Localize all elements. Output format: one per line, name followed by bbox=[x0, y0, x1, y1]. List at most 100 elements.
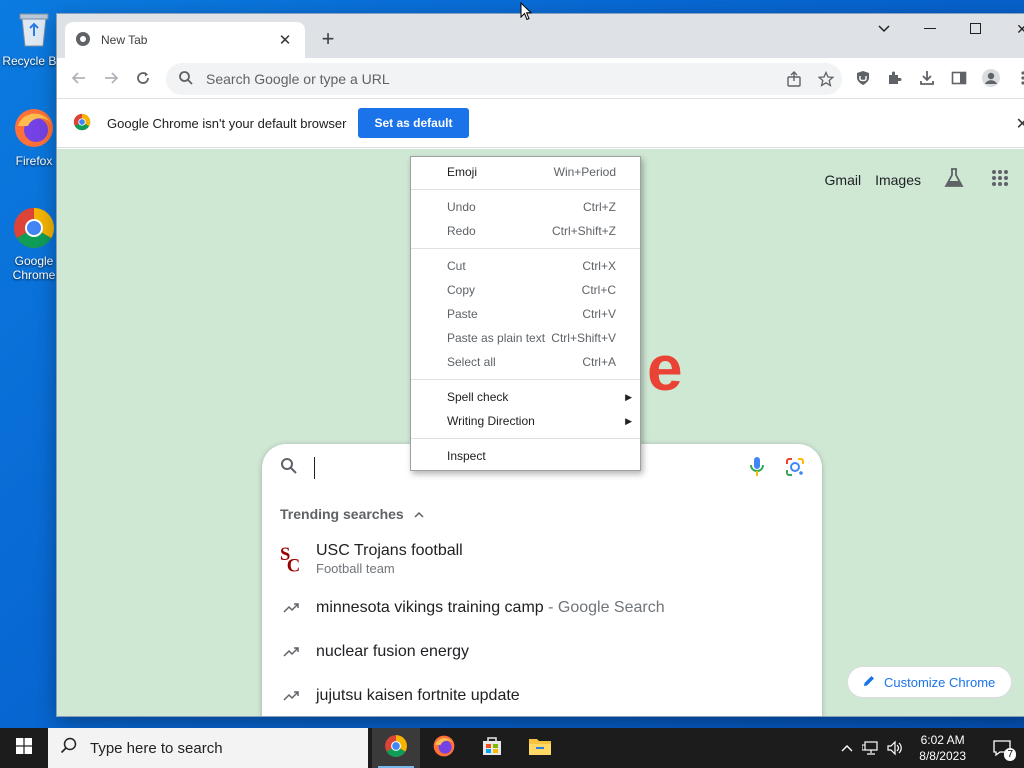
search-icon bbox=[178, 70, 194, 89]
suggestion-subtitle: Football team bbox=[316, 561, 395, 576]
menu-divider bbox=[411, 248, 640, 249]
share-icon[interactable] bbox=[778, 71, 810, 87]
labs-flask-icon[interactable] bbox=[943, 167, 965, 192]
menu-item-label: Redo bbox=[447, 224, 476, 238]
menu-item-paste-plain-text[interactable]: Paste as plain text Ctrl+Shift+V bbox=[411, 326, 640, 350]
suggestion-item[interactable]: nuclear fusion energy bbox=[262, 638, 822, 666]
suggestion-title: jujutsu kaisen fortnite update bbox=[316, 687, 520, 704]
taskbar-search-box[interactable]: Type here to search bbox=[48, 728, 368, 768]
suggestion-subtitle: - Google Search bbox=[543, 599, 665, 616]
menu-item-inspect[interactable]: Inspect bbox=[411, 444, 640, 468]
menu-item-label: Paste bbox=[447, 307, 478, 321]
clock[interactable]: 6:02 AM 8/8/2023 bbox=[919, 732, 966, 764]
menu-divider bbox=[411, 438, 640, 439]
tab-search-chevron-down-icon[interactable] bbox=[861, 14, 907, 44]
submenu-arrow-icon: ▶ bbox=[625, 391, 632, 402]
ublock-shield-icon[interactable] bbox=[847, 62, 879, 94]
toolbar: Search Google or type a URL bbox=[57, 58, 1024, 98]
extensions-puzzle-icon[interactable] bbox=[879, 62, 911, 94]
taskbar-app-store[interactable] bbox=[468, 728, 516, 768]
chrome-icon bbox=[384, 734, 408, 763]
chrome-icon bbox=[12, 206, 56, 250]
menu-item-label: Undo bbox=[447, 200, 476, 214]
profile-avatar-icon[interactable] bbox=[975, 62, 1007, 94]
menu-item-spell-check[interactable]: Spell check ▶ bbox=[411, 385, 640, 409]
set-as-default-button[interactable]: Set as default bbox=[358, 108, 469, 138]
taskbar-app-file-explorer[interactable] bbox=[516, 728, 564, 768]
usc-logo-icon: SC bbox=[280, 542, 302, 576]
reload-icon[interactable] bbox=[127, 62, 159, 94]
menu-item-label: Cut bbox=[447, 259, 466, 273]
suggestion-item[interactable]: SC USC Trojans football Football team bbox=[262, 538, 822, 580]
maximize-button[interactable] bbox=[953, 14, 999, 44]
taskbar-search-placeholder: Type here to search bbox=[90, 739, 223, 757]
menu-item-label: Emoji bbox=[447, 165, 478, 179]
back-arrow-icon[interactable] bbox=[63, 62, 95, 94]
clock-time: 6:02 AM bbox=[920, 733, 965, 747]
menu-item-writing-direction[interactable]: Writing Direction ▶ bbox=[411, 409, 640, 433]
menu-item-select-all[interactable]: Select all Ctrl+A bbox=[411, 350, 640, 374]
notification-count-badge: 7 bbox=[1004, 748, 1016, 761]
firefox-icon bbox=[12, 106, 56, 150]
menu-item-paste[interactable]: Paste Ctrl+V bbox=[411, 302, 640, 326]
windows-logo-icon bbox=[16, 737, 32, 759]
close-infobar-icon[interactable]: ✕ bbox=[1016, 114, 1024, 134]
search-box[interactable]: Trending searches SC USC Trojans footbal… bbox=[262, 444, 822, 716]
menu-item-label: Copy bbox=[447, 283, 476, 297]
suggestion-text: USC Trojans football Football team bbox=[316, 541, 463, 577]
pencil-icon bbox=[862, 674, 876, 691]
taskbar-app-chrome[interactable] bbox=[372, 728, 420, 768]
forward-arrow-icon[interactable] bbox=[95, 62, 127, 94]
suggestion-item[interactable]: jujutsu kaisen fortnite update bbox=[262, 682, 822, 710]
apps-grid-icon[interactable] bbox=[991, 169, 1009, 190]
download-icon[interactable] bbox=[911, 62, 943, 94]
suggestion-item[interactable]: minnesota vikings training camp - Google… bbox=[262, 594, 822, 622]
tab-new-tab[interactable]: New Tab ✕ bbox=[65, 22, 305, 58]
microsoft-store-icon bbox=[481, 735, 503, 762]
suggestion-title: nuclear fusion energy bbox=[316, 643, 469, 660]
microphone-icon[interactable] bbox=[749, 456, 765, 483]
menu-item-copy[interactable]: Copy Ctrl+C bbox=[411, 278, 640, 302]
menu-item-undo[interactable]: Undo Ctrl+Z bbox=[411, 195, 640, 219]
suggestion-title: USC Trojans football bbox=[316, 542, 463, 559]
menu-item-shortcut: Ctrl+Shift+V bbox=[551, 331, 616, 345]
mouse-cursor-icon bbox=[520, 1, 533, 26]
text-caret bbox=[314, 457, 315, 479]
menu-item-redo[interactable]: Redo Ctrl+Shift+Z bbox=[411, 219, 640, 243]
menu-item-shortcut: Ctrl+A bbox=[582, 355, 616, 369]
menu-item-emoji[interactable]: Emoji Win+Period bbox=[411, 160, 640, 184]
notification-center-icon[interactable]: 7 bbox=[980, 739, 1024, 761]
chevron-up-icon[interactable] bbox=[414, 507, 424, 521]
new-tab-button[interactable]: + bbox=[315, 26, 341, 52]
images-link[interactable]: Images bbox=[875, 172, 921, 188]
context-menu: Emoji Win+Period Undo Ctrl+Z Redo Ctrl+S… bbox=[410, 156, 641, 471]
network-icon[interactable] bbox=[859, 740, 883, 756]
trending-searches-header[interactable]: Trending searches bbox=[262, 506, 822, 522]
omnibox[interactable]: Search Google or type a URL bbox=[166, 63, 842, 95]
close-tab-icon[interactable]: ✕ bbox=[275, 30, 295, 50]
menu-item-shortcut: Ctrl+V bbox=[582, 307, 616, 321]
customize-chrome-button[interactable]: Customize Chrome bbox=[847, 666, 1013, 698]
menu-kebab-icon[interactable] bbox=[1007, 62, 1024, 94]
volume-icon[interactable] bbox=[883, 740, 907, 756]
google-lens-icon[interactable] bbox=[784, 456, 806, 483]
close-window-button[interactable]: ✕ bbox=[999, 14, 1024, 44]
chevron-up-icon[interactable] bbox=[835, 744, 859, 752]
menu-item-cut[interactable]: Cut Ctrl+X bbox=[411, 254, 640, 278]
search-icon bbox=[60, 737, 78, 759]
menu-item-label: Spell check bbox=[447, 390, 509, 404]
taskbar-app-firefox[interactable] bbox=[420, 728, 468, 768]
menu-divider bbox=[411, 189, 640, 190]
system-tray: 6:02 AM 8/8/2023 7 bbox=[835, 728, 1024, 768]
tab-strip: New Tab ✕ + ✕ bbox=[57, 14, 1024, 58]
bookmark-star-icon[interactable] bbox=[810, 71, 842, 87]
menu-item-shortcut: Ctrl+C bbox=[581, 283, 616, 297]
gmail-link[interactable]: Gmail bbox=[825, 172, 862, 188]
svg-text:C: C bbox=[287, 556, 300, 576]
side-panel-icon[interactable] bbox=[943, 62, 975, 94]
minimize-button[interactable] bbox=[907, 14, 953, 44]
start-button[interactable] bbox=[0, 728, 48, 768]
trending-header-label: Trending searches bbox=[280, 506, 404, 522]
desktop-icon-label: Firefox bbox=[15, 154, 53, 168]
chrome-favicon-icon bbox=[75, 31, 91, 50]
